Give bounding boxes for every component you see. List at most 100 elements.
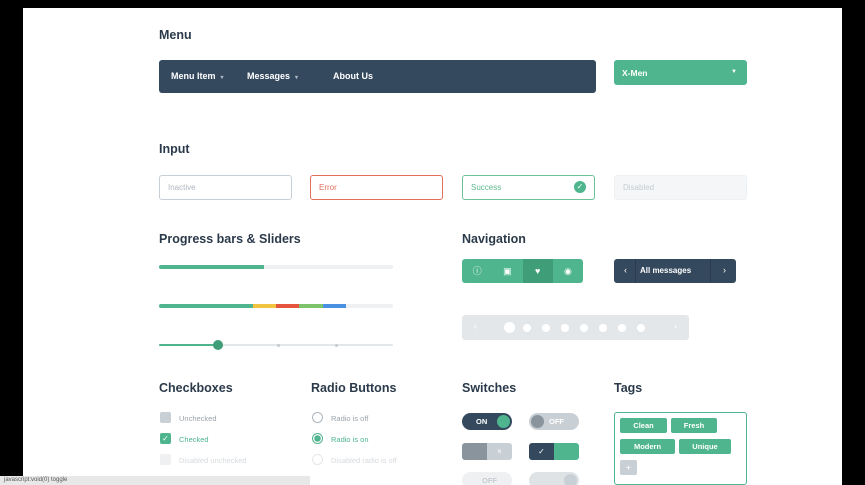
- switch-on-label: ON: [476, 417, 488, 426]
- radio-label: Radio is on: [331, 435, 369, 444]
- switch-on[interactable]: ON: [462, 413, 512, 430]
- menu-heading: Menu: [159, 28, 192, 42]
- status-url: javascript:void(0) toggle: [4, 477, 68, 483]
- radio-off[interactable]: [312, 412, 323, 423]
- progress-bar: [159, 265, 393, 269]
- status-bar: javascript:void(0) toggle: [0, 476, 310, 485]
- progress-segment: [322, 304, 347, 308]
- switch-knob: [564, 474, 577, 485]
- success-input[interactable]: Success ✓: [462, 175, 595, 200]
- switch-off-label: OFF: [482, 476, 497, 485]
- close-icon: ×: [487, 443, 512, 460]
- switch-off[interactable]: OFF: [529, 413, 579, 430]
- x-men-dropdown[interactable]: X-Men ▼: [614, 60, 747, 85]
- menu-item-label: About Us: [333, 71, 373, 81]
- icon-nav-bar: ⓘ ▣ ♥ ◉: [462, 259, 583, 283]
- switch-disabled-on: [529, 472, 579, 485]
- pager-next-icon[interactable]: ›: [674, 321, 677, 331]
- menu-item-label: Messages: [247, 71, 291, 81]
- chevron-right-icon[interactable]: ›: [723, 265, 726, 275]
- tag-unique[interactable]: Unique: [679, 439, 731, 454]
- caret-icon: ▾: [220, 75, 224, 81]
- pager-dot[interactable]: [637, 324, 645, 332]
- divider: [635, 259, 636, 283]
- tag-fresh[interactable]: Fresh: [671, 418, 717, 433]
- progress-segment: [252, 304, 276, 308]
- eye-icon[interactable]: ◉: [553, 259, 583, 283]
- checkbox-unchecked[interactable]: [160, 412, 171, 423]
- slider-handle[interactable]: [212, 340, 223, 350]
- input-heading: Input: [159, 142, 190, 156]
- tag-modern[interactable]: Modern: [620, 439, 675, 454]
- progress-segment: [159, 304, 253, 308]
- radio-on[interactable]: [312, 433, 323, 444]
- error-value: Error: [319, 183, 337, 192]
- pager-dot[interactable]: [599, 324, 607, 332]
- tags-heading: Tags: [614, 381, 643, 395]
- success-value: Success: [471, 183, 502, 192]
- slider-tick: [335, 344, 338, 347]
- slider-fill: [159, 344, 218, 346]
- menu-item-label: Menu Item: [171, 71, 216, 81]
- ui-kit-sheet: Menu Menu Item ▾ Messages ▾ About Us X-Men…: [23, 8, 842, 485]
- switch-side: [462, 443, 487, 460]
- pager-dot[interactable]: [523, 324, 531, 332]
- checkbox-label: Disabled unchecked: [179, 456, 247, 465]
- checkbox-label: Unchecked: [179, 414, 217, 423]
- pager-dot[interactable]: [580, 324, 588, 332]
- pager-dot[interactable]: [618, 324, 626, 332]
- pager-dot[interactable]: [504, 322, 515, 333]
- error-input[interactable]: Error: [310, 175, 443, 200]
- progress-segment: [299, 304, 323, 308]
- add-tag-icon[interactable]: +: [620, 460, 637, 475]
- inactive-input[interactable]: Inactive: [159, 175, 292, 200]
- switch-knob: [497, 415, 510, 428]
- square-switch-off[interactable]: ×: [462, 443, 512, 460]
- switch-disabled-off: OFF: [462, 472, 512, 485]
- pager-prev-icon[interactable]: ‹: [474, 321, 477, 331]
- tags-input[interactable]: Clean Fresh Modern Unique +: [614, 412, 747, 485]
- multi-progress-bar: [159, 304, 393, 308]
- slider-tick: [277, 344, 280, 347]
- heart-icon[interactable]: ♥: [522, 259, 553, 283]
- pager-dot[interactable]: [561, 324, 569, 332]
- pagination: ‹ ›: [462, 315, 689, 340]
- info-icon[interactable]: ⓘ: [462, 259, 492, 283]
- slider-track[interactable]: [159, 344, 393, 346]
- menu-item-menu-item[interactable]: Menu Item ▾: [171, 71, 224, 81]
- caret-icon: ▾: [295, 75, 299, 81]
- disabled-placeholder: Disabled: [623, 183, 655, 192]
- switch-off-label: OFF: [549, 417, 564, 426]
- divider: [710, 259, 711, 283]
- dropdown-value: X-Men: [622, 68, 648, 78]
- menu-item-about-us[interactable]: About Us: [333, 71, 373, 81]
- tag-clean[interactable]: Clean: [620, 418, 667, 433]
- progress-fill: [159, 265, 265, 269]
- switch-knob: [531, 415, 544, 428]
- radio-disabled: [312, 454, 323, 465]
- pager-dot[interactable]: [542, 324, 550, 332]
- inactive-placeholder: Inactive: [168, 183, 196, 192]
- messages-nav-label: All messages: [640, 266, 692, 275]
- check-icon: ✓: [529, 443, 554, 460]
- menu-bar: Menu Item ▾ Messages ▾ About Us: [159, 60, 596, 93]
- progress-heading: Progress bars & Sliders: [159, 232, 301, 246]
- checkbox-disabled: [160, 454, 171, 465]
- chevron-down-icon: ▼: [731, 69, 737, 75]
- switch-side: [554, 443, 579, 460]
- square-switch-on[interactable]: ✓: [529, 443, 579, 460]
- navigation-heading: Navigation: [462, 232, 526, 246]
- chevron-left-icon[interactable]: ‹: [624, 265, 627, 275]
- switches-heading: Switches: [462, 381, 517, 395]
- radio-label: Disabled radio is off: [331, 456, 397, 465]
- radio-heading: Radio Buttons: [311, 381, 397, 395]
- progress-segment: [276, 304, 300, 308]
- check-circle-icon: ✓: [574, 181, 586, 193]
- checkbox-label: Checked: [179, 435, 209, 444]
- radio-label: Radio is off: [331, 414, 369, 423]
- messages-nav: ‹ All messages ›: [614, 259, 736, 283]
- disabled-input: Disabled: [614, 175, 747, 200]
- lock-icon[interactable]: ▣: [492, 259, 522, 283]
- menu-item-messages[interactable]: Messages ▾: [247, 71, 298, 81]
- checkbox-checked[interactable]: ✓: [160, 433, 171, 444]
